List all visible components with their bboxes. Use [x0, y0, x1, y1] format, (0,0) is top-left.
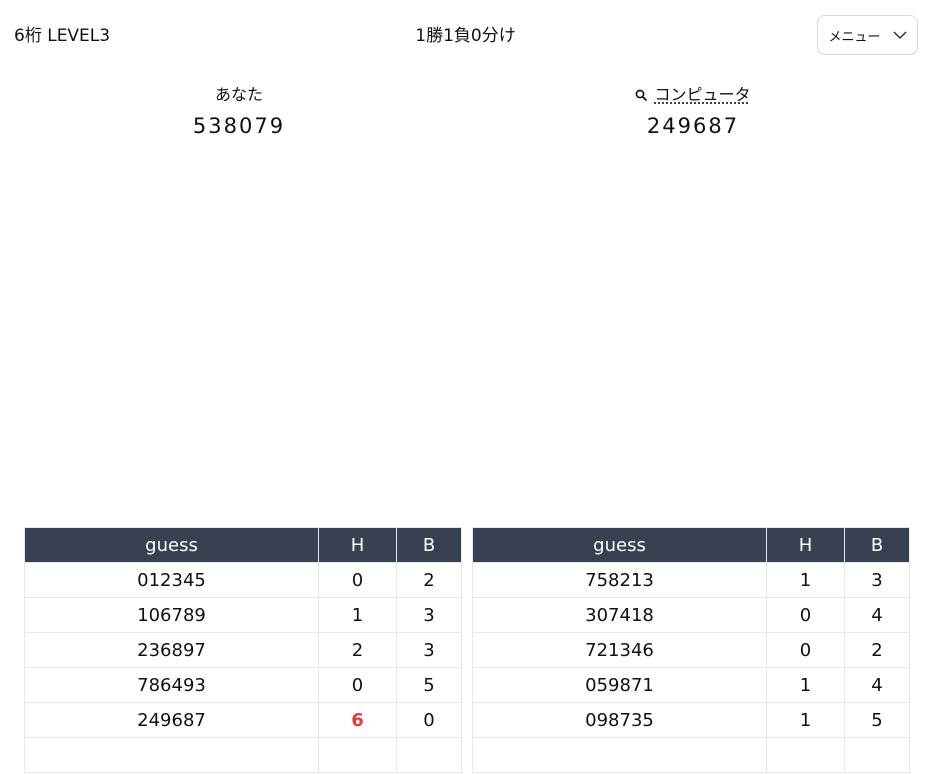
blow-cell: 4 — [844, 667, 910, 703]
player-you-number: 538079 — [192, 114, 286, 138]
blow-cell — [396, 737, 462, 773]
table-row: 786493 0 5 — [24, 667, 462, 703]
player-you-panel: あなた 538079 — [89, 84, 389, 138]
col-header-guess: guess — [24, 527, 319, 563]
menu-button[interactable]: メニュー — [817, 15, 918, 55]
hit-cell: 0 — [766, 632, 845, 668]
guess-cell: 307418 — [472, 597, 767, 633]
table-row: 059871 1 4 — [472, 667, 910, 703]
hit-cell: 2 — [318, 632, 397, 668]
guess-cell: 106789 — [24, 597, 319, 633]
hit-cell: 6 — [318, 702, 397, 738]
table-row: 236897 2 3 — [24, 632, 462, 668]
hit-cell: 1 — [766, 562, 845, 598]
computer-history-table: guess H B 758213 1 3 307418 0 4 721346 0 2 059871… — [472, 527, 910, 773]
hit-cell — [766, 737, 845, 773]
col-header-hit: H — [318, 527, 397, 563]
table-header-row: guess H B — [24, 527, 462, 563]
guess-cell: 098735 — [472, 702, 767, 738]
hit-cell: 1 — [766, 667, 845, 703]
you-history-table: guess H B 012345 0 2 106789 1 3 236897 2 3 786493… — [24, 527, 462, 773]
col-header-guess: guess — [472, 527, 767, 563]
hit-cell: 1 — [766, 702, 845, 738]
blow-cell — [844, 737, 910, 773]
col-header-hit: H — [766, 527, 845, 563]
hit-cell: 0 — [318, 667, 397, 703]
guess-cell — [472, 737, 767, 773]
guess-cell: 758213 — [472, 562, 767, 598]
hit-cell: 1 — [318, 597, 397, 633]
player-computer-number: 249687 — [646, 114, 740, 138]
guess-cell: 249687 — [24, 702, 319, 738]
table-header-row: guess H B — [472, 527, 910, 563]
table-row: 098735 1 5 — [472, 702, 910, 738]
guess-cell: 721346 — [472, 632, 767, 668]
hit-cell: 0 — [766, 597, 845, 633]
win-loss-record: 1勝1負0分け — [415, 26, 516, 46]
guess-cell: 236897 — [24, 632, 319, 668]
col-header-blow: B — [844, 527, 910, 563]
guess-cell: 059871 — [472, 667, 767, 703]
chevron-down-icon — [892, 31, 907, 39]
hit-cell: 0 — [318, 562, 397, 598]
table-row: 758213 1 3 — [472, 562, 910, 598]
blow-cell: 0 — [396, 702, 462, 738]
table-row: 249687 6 0 — [24, 702, 462, 738]
hit-cell — [318, 737, 397, 773]
col-header-blow: B — [396, 527, 462, 563]
player-computer-label[interactable]: コンピュータ — [654, 85, 750, 104]
search-icon — [635, 86, 648, 108]
blow-cell: 3 — [396, 632, 462, 668]
blow-cell: 3 — [396, 597, 462, 633]
blow-cell: 2 — [396, 562, 462, 598]
table-row: 307418 0 4 — [472, 597, 910, 633]
player-computer-label-row[interactable]: コンピュータ — [543, 84, 843, 106]
table-row: 721346 0 2 — [472, 632, 910, 668]
blow-cell: 2 — [844, 632, 910, 668]
player-you-label: あなた — [214, 85, 263, 104]
table-row — [472, 737, 910, 773]
table-row: 106789 1 3 — [24, 597, 462, 633]
player-computer-panel: コンピュータ 249687 — [543, 84, 843, 138]
blow-cell: 5 — [844, 702, 910, 738]
blow-cell: 5 — [396, 667, 462, 703]
table-row: 012345 0 2 — [24, 562, 462, 598]
blow-cell: 4 — [844, 597, 910, 633]
guess-cell: 786493 — [24, 667, 319, 703]
table-row — [24, 737, 462, 773]
menu-button-label: メニュー — [828, 29, 881, 45]
guess-cell — [24, 737, 319, 773]
blow-cell: 3 — [844, 562, 910, 598]
guess-cell: 012345 — [24, 562, 319, 598]
